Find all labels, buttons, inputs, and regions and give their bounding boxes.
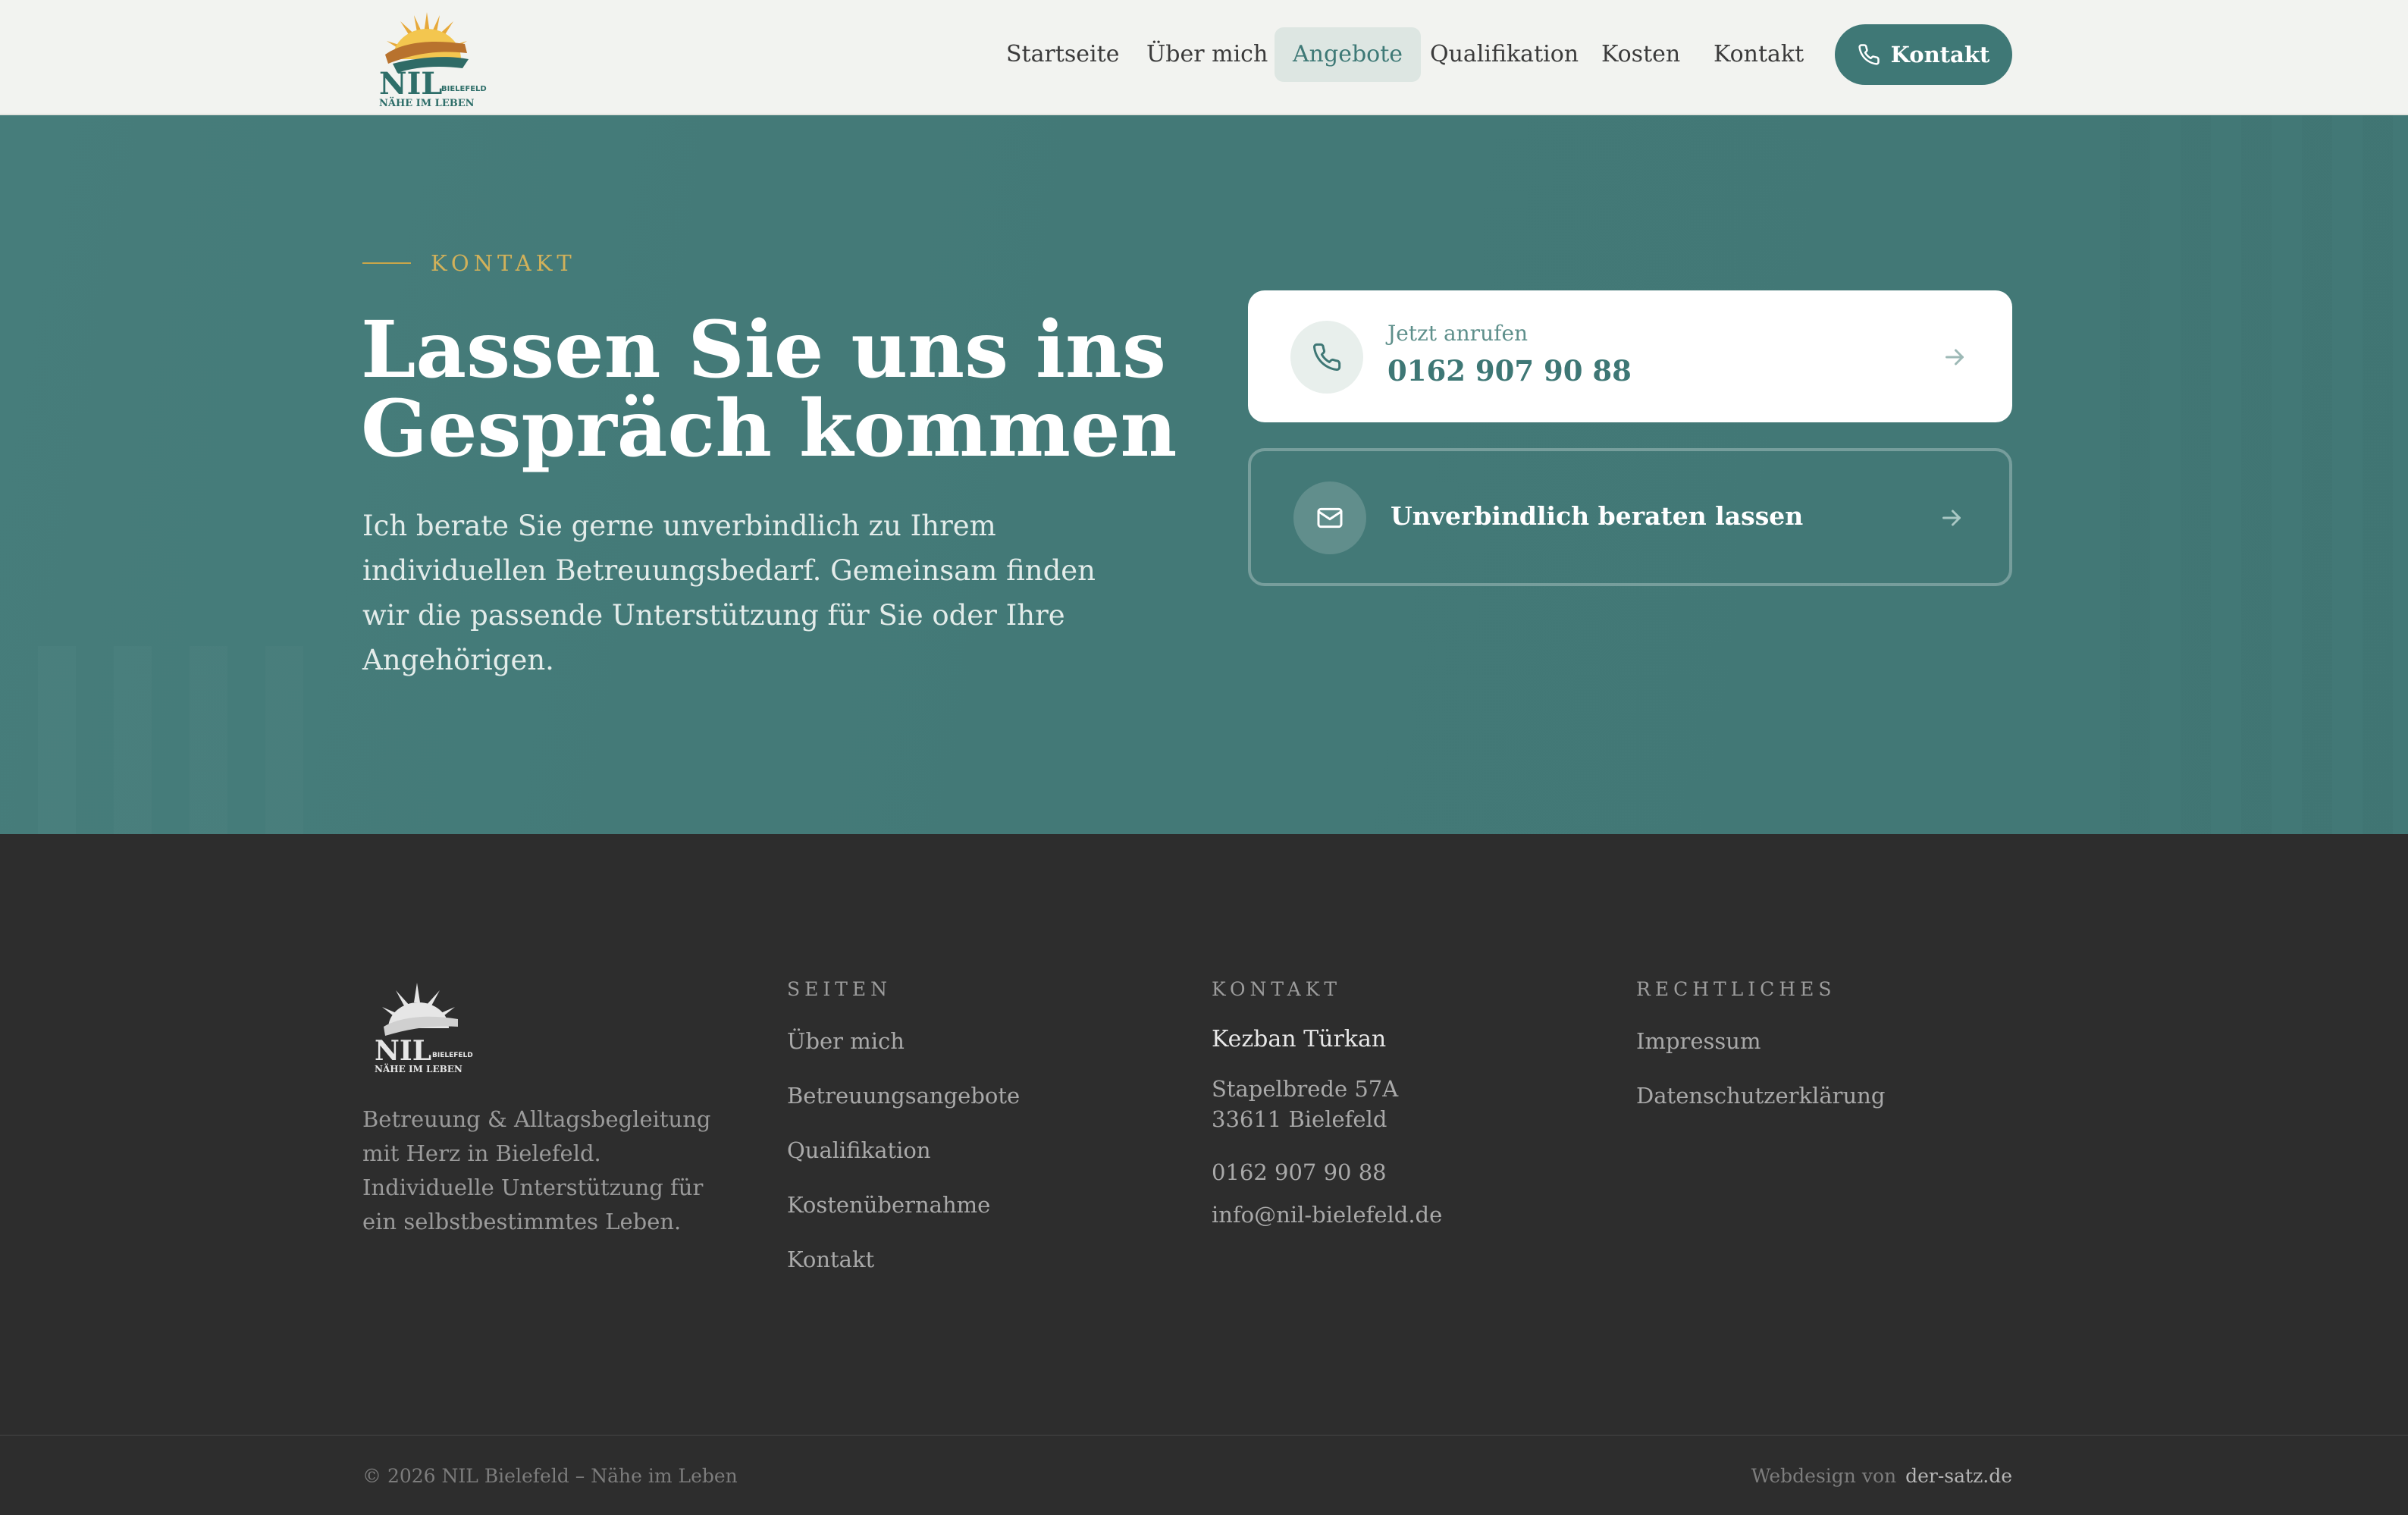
call-icon-circle — [1290, 321, 1363, 394]
eyebrow-text: KONTAKT — [431, 250, 576, 276]
site-header: NIL BIELEFELD NÄHE IM LEBEN Startseite Ü… — [0, 0, 2408, 115]
footer-logo-city: BIELEFELD — [432, 1052, 473, 1059]
eyebrow-line — [362, 262, 411, 264]
nav-startseite[interactable]: Startseite — [988, 27, 1137, 82]
call-card-number: 0162 907 90 88 — [1387, 354, 1632, 387]
footer-credit-link[interactable]: der-satz.de — [1905, 1465, 2012, 1487]
nav-kosten[interactable]: Kosten — [1583, 27, 1698, 82]
decorative-stripes — [2090, 115, 2408, 834]
mail-icon-circle — [1293, 481, 1366, 554]
arrow-right-icon — [1946, 349, 1964, 365]
nav-ueber-mich[interactable]: Über mich — [1128, 27, 1286, 82]
call-card[interactable]: Jetzt anrufen 0162 907 90 88 — [1248, 290, 2012, 422]
footer-link-ueber-mich[interactable]: Über mich — [787, 1026, 1020, 1081]
nav-angebote[interactable]: Angebote — [1275, 27, 1422, 82]
footer-legal-column: RECHTLICHES Impressum Datenschutzerkläru… — [1636, 978, 1885, 1135]
nav-kontakt[interactable]: Kontakt — [1695, 27, 1822, 82]
footer-logo-wordmark: NIL — [375, 1035, 431, 1067]
kontakt-cta-button[interactable]: Kontakt — [1835, 24, 2012, 85]
nav-qualifikation[interactable]: Qualifikation — [1412, 27, 1597, 82]
consult-card-label: Unverbindlich beraten lassen — [1391, 501, 1804, 531]
footer-logo-tagline: NÄHE IM LEBEN — [375, 1063, 462, 1074]
footer-contact-name: Kezban Türkan — [1212, 1026, 1387, 1052]
footer-divider — [0, 1435, 2408, 1436]
logo-wordmark: NIL — [379, 66, 442, 102]
site-footer: NIL BIELEFELD NÄHE IM LEBEN Betreuung & … — [0, 834, 2408, 1515]
footer-pages-column: SEITEN Über mich Betreuungsangebote Qual… — [787, 978, 1020, 1299]
nil-logo[interactable]: NIL BIELEFELD NÄHE IM LEBEN — [362, 5, 491, 111]
hero-title: Lassen Sie uns ins Gespräch kommen — [361, 304, 1177, 475]
section-eyebrow: KONTAKT — [362, 250, 576, 276]
phone-icon — [1858, 44, 1880, 65]
footer-credit-prefix: Webdesign von — [1751, 1465, 1897, 1487]
arrow-right-icon — [1942, 510, 1961, 526]
footer-description: Betreuung & Alltagsbegleitung mit Herz i… — [362, 1106, 711, 1234]
footer-link-kostenuebernahme[interactable]: Kostenübernahme — [787, 1190, 1020, 1244]
kontakt-cta-label: Kontakt — [1890, 42, 1990, 67]
footer-copyright: © 2026 NIL Bielefeld – Nähe im Leben — [362, 1465, 738, 1487]
footer-link-impressum[interactable]: Impressum — [1636, 1026, 1885, 1081]
footer-contact-city: 33611 Bielefeld — [1212, 1106, 1387, 1132]
hero-description: Ich berate Sie gerne unverbindlich zu Ih… — [362, 510, 1096, 676]
consult-card[interactable]: Unverbindlich beraten lassen — [1248, 448, 2012, 586]
footer-credit: Webdesign von der-satz.de — [1751, 1465, 2012, 1487]
footer-contact-street: Stapelbrede 57A — [1212, 1076, 1399, 1102]
mail-icon — [1317, 507, 1343, 529]
footer-pages-heading: SEITEN — [787, 978, 892, 1000]
decorative-stripes-left — [0, 646, 303, 834]
footer-link-datenschutz[interactable]: Datenschutzerklärung — [1636, 1081, 1885, 1135]
footer-link-kontakt[interactable]: Kontakt — [787, 1244, 1020, 1299]
footer-nil-logo[interactable]: NIL BIELEFELD NÄHE IM LEBEN — [362, 980, 476, 1077]
call-card-label: Jetzt anrufen — [1387, 321, 1529, 346]
logo-city: BIELEFELD — [441, 85, 487, 93]
footer-contact-email[interactable]: info@nil-bielefeld.de — [1212, 1200, 1442, 1230]
contact-hero-section: KONTAKT Lassen Sie uns ins Gespräch komm… — [0, 115, 2408, 834]
footer-contact-phone[interactable]: 0162 907 90 88 — [1212, 1157, 1442, 1187]
footer-legal-heading: RECHTLICHES — [1636, 978, 1836, 1000]
footer-link-qualifikation[interactable]: Qualifikation — [787, 1135, 1020, 1190]
footer-contact-column: KONTAKT Kezban Türkan Stapelbrede 57A 33… — [1212, 978, 1442, 1230]
footer-contact-heading: KONTAKT — [1212, 978, 1342, 1000]
footer-link-betreuungsangebote[interactable]: Betreuungsangebote — [787, 1081, 1020, 1135]
logo-tagline: NÄHE IM LEBEN — [379, 97, 475, 109]
phone-icon — [1313, 343, 1341, 371]
